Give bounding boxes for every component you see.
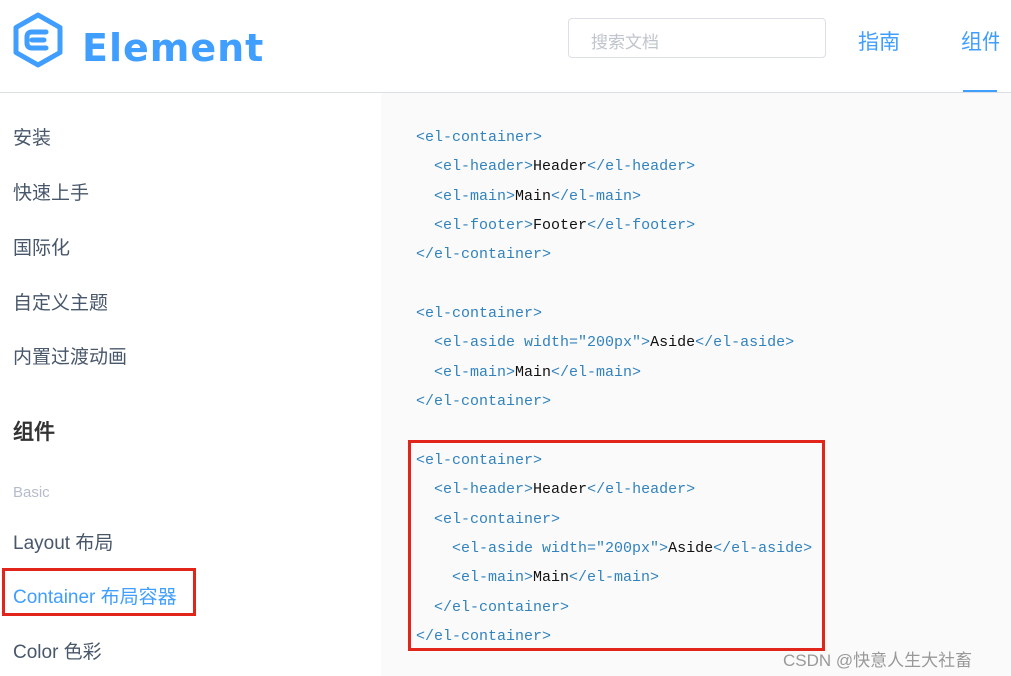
code-tag-open: <el-footer> [434,217,534,234]
code-tag-open: </el-container> [416,393,552,410]
code-text: Footer [533,217,588,234]
code-line: <el-main>Main</el-main> [416,364,641,381]
highlight-box-code [408,440,825,651]
code-tag-open: <el-main> [434,188,516,205]
code-tag-close: </el-aside> [695,334,795,351]
code-text: Main [515,364,552,381]
code-tag-close: </el-header> [587,158,696,175]
code-line: <el-container> [416,129,542,146]
sidebar-group-components: 组件 [13,421,55,444]
code-tag-open: <el-aside width="200px"> [434,334,651,351]
code-line: <el-aside width="200px">Aside</el-aside> [416,334,794,351]
code-line: </el-container> [416,246,551,263]
code-tag-open: </el-container> [416,246,552,263]
top-header: Element 指南 组件 [0,0,1011,93]
sidebar-subgroup-basic: Basic [13,484,50,501]
code-tag-open: <el-main> [434,364,516,381]
code-line: </el-container> [416,393,551,410]
code-tag-open: <el-header> [434,158,534,175]
code-tag-close: </el-main> [551,364,642,381]
sidebar-item-layout[interactable]: Layout 布局 [13,528,113,555]
code-line: <el-footer>Footer</el-footer> [416,217,695,234]
highlight-box-sidebar [2,568,196,616]
search-input[interactable] [568,18,826,58]
logo-text: Element [82,26,265,70]
sidebar-item-i18n[interactable]: 国际化 [13,233,70,260]
watermark: CSDN @快意人生大社畜 [783,651,973,670]
code-line: <el-header>Header</el-header> [416,158,695,175]
sidebar-item-custom-theme[interactable]: 自定义主题 [13,288,108,315]
code-tag-open: <el-container> [416,129,543,146]
code-text: Main [515,188,552,205]
element-logo[interactable]: Element [12,12,263,70]
sidebar-item-color[interactable]: Color 色彩 [13,637,102,664]
code-text: Aside [650,334,696,351]
sidebar-item-quickstart[interactable]: 快速上手 [13,178,89,205]
code-text: Header [533,158,588,175]
sidebar-item-install[interactable]: 安装 [13,123,51,150]
active-nav-indicator [963,90,997,92]
code-tag-close: </el-main> [551,188,642,205]
code-tag-close: </el-footer> [587,217,696,234]
code-line: <el-container> [416,305,542,322]
code-line: <el-main>Main</el-main> [416,188,641,205]
nav-guide-link[interactable]: 指南 [858,26,900,56]
nav-components-link[interactable]: 组件 [961,26,999,56]
element-logo-icon [13,12,63,68]
code-tag-open: <el-container> [416,305,543,322]
sidebar-item-transition[interactable]: 内置过渡动画 [13,342,127,369]
